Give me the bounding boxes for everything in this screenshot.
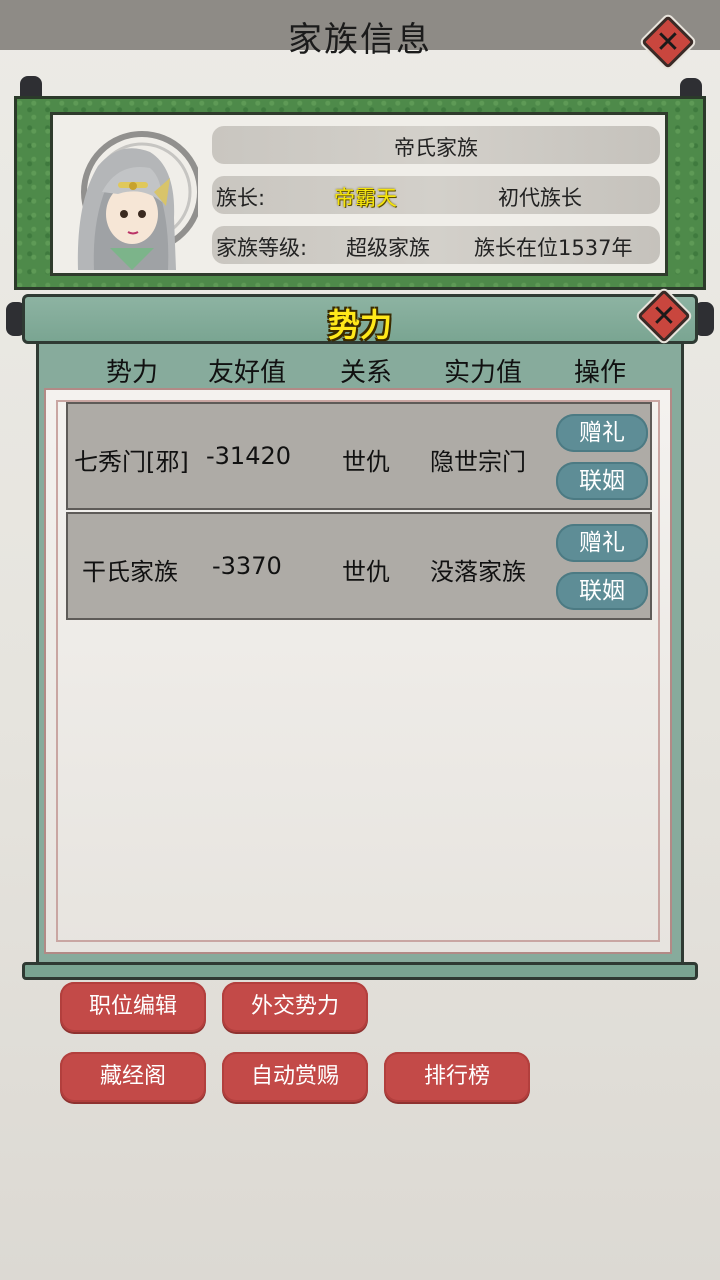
auto-reward-button[interactable]: 自动赏赐 <box>222 1052 368 1102</box>
column-header-action: 操作 <box>574 358 627 388</box>
leader-tenure: 族长在位1537年 <box>474 236 633 260</box>
faction-strength: 隐世宗门 <box>430 448 526 476</box>
faction-friendliness: -3370 <box>212 552 282 580</box>
family-name-row: 帝氏家族 <box>212 126 660 164</box>
faction-name: 七秀门[邪] <box>74 448 189 476</box>
column-header-strength: 实力值 <box>444 358 523 388</box>
faction-friendliness: -31420 <box>206 442 292 470</box>
close-button[interactable]: ✕ <box>641 15 695 69</box>
faction-name: 干氏家族 <box>82 558 178 586</box>
table-row: 干氏家族 -3370 世仇 没落家族 赠礼 联姻 <box>66 512 652 620</box>
leader-row: 族长: 帝霸天 初代族长 <box>212 176 660 214</box>
scripture-pavilion-button[interactable]: 藏经阁 <box>60 1052 206 1102</box>
level-label: 家族等级: <box>216 236 308 260</box>
faction-strength: 没落家族 <box>430 558 526 586</box>
column-header-friendliness: 友好值 <box>208 358 287 388</box>
leaderboard-button[interactable]: 排行榜 <box>384 1052 530 1102</box>
marriage-button[interactable]: 联姻 <box>556 462 648 500</box>
column-header-faction: 势力 <box>106 358 159 388</box>
page-title: 家族信息 <box>288 20 432 60</box>
gift-button[interactable]: 赠礼 <box>556 414 648 452</box>
faction-relation: 世仇 <box>342 558 390 586</box>
panel-bottom-rod <box>22 962 698 980</box>
family-level-row: 家族等级: 超级家族 族长在位1537年 <box>212 226 660 264</box>
leader-generation: 初代族长 <box>498 186 582 210</box>
leader-label: 族长: <box>216 186 266 210</box>
position-edit-button[interactable]: 职位编辑 <box>60 982 206 1032</box>
gift-button[interactable]: 赠礼 <box>556 524 648 562</box>
panel-close-button[interactable]: ✕ <box>637 289 691 343</box>
leader-portrait <box>58 122 203 270</box>
leader-name: 帝霸天 <box>334 186 397 210</box>
table-row: 七秀门[邪] -31420 世仇 隐世宗门 赠礼 联姻 <box>66 402 652 510</box>
faction-relation: 世仇 <box>342 448 390 476</box>
column-header-relation: 关系 <box>340 358 393 388</box>
diplomacy-button[interactable]: 外交势力 <box>222 982 368 1032</box>
family-name: 帝氏家族 <box>394 136 478 160</box>
marriage-button[interactable]: 联姻 <box>556 572 648 610</box>
factions-panel-title: 势力 <box>327 306 392 344</box>
level-value: 超级家族 <box>346 236 430 260</box>
